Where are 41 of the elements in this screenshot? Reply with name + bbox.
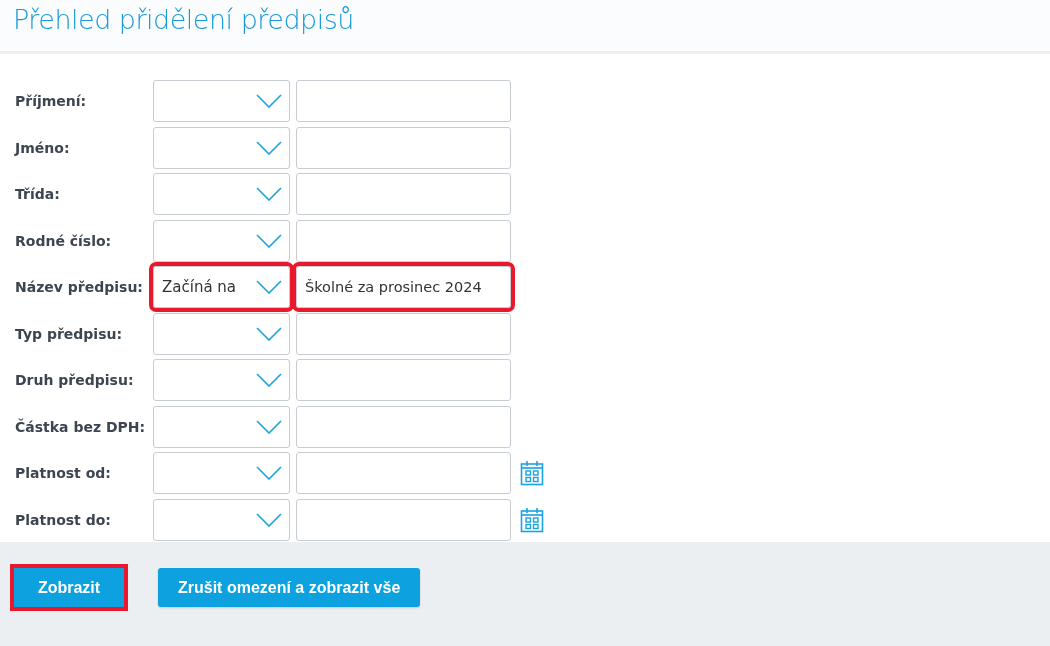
chevron-down-icon	[256, 466, 282, 480]
operator-dropdown[interactable]	[153, 405, 290, 448]
field-label: Platnost do:	[15, 511, 112, 528]
operator-dropdown[interactable]	[153, 219, 290, 262]
chevron-down-icon	[256, 512, 282, 527]
chevron-down-icon	[256, 94, 282, 108]
value-input[interactable]	[296, 80, 511, 122]
value-input[interactable]	[296, 498, 511, 541]
operator-dropdown[interactable]	[153, 312, 290, 355]
field-label: Platnost od:	[15, 465, 112, 481]
chevron-down-icon	[256, 419, 282, 434]
operator-dropdown[interactable]	[153, 359, 290, 401]
operator-dropdown[interactable]	[153, 80, 290, 122]
operator-dropdown[interactable]	[153, 452, 290, 494]
operator-dropdown[interactable]	[153, 498, 290, 541]
field-label: Příjmení:	[15, 93, 88, 109]
value-input[interactable]	[296, 452, 511, 494]
chevron-down-icon	[256, 187, 282, 201]
field-label: Částka bez DPH:	[15, 418, 147, 435]
operator-dropdown[interactable]	[153, 126, 290, 169]
field-label: Jméno:	[15, 139, 71, 156]
value-input[interactable]	[296, 405, 511, 448]
field-label: Druh předpisu:	[15, 372, 135, 388]
chevron-down-icon	[256, 280, 282, 294]
field-label: Název předpisu:	[15, 279, 144, 295]
field-label: Rodné číslo:	[15, 232, 113, 249]
value-input[interactable]	[296, 359, 511, 401]
page-title: Přehled přidělení předpisů	[12, 3, 355, 37]
value-input[interactable]	[296, 219, 511, 262]
calendar-icon[interactable]	[520, 506, 544, 533]
operator-dropdown[interactable]	[153, 173, 290, 215]
field-label: Třída:	[15, 186, 61, 202]
value-input[interactable]	[296, 312, 511, 355]
chevron-down-icon	[256, 140, 282, 155]
chevron-down-icon	[256, 326, 282, 341]
chevron-down-icon	[256, 373, 282, 387]
value-input[interactable]	[296, 126, 511, 169]
value-input[interactable]	[296, 173, 511, 215]
chevron-down-icon	[256, 233, 282, 248]
field-label: Typ předpisu:	[15, 325, 124, 342]
calendar-icon[interactable]	[520, 460, 544, 486]
